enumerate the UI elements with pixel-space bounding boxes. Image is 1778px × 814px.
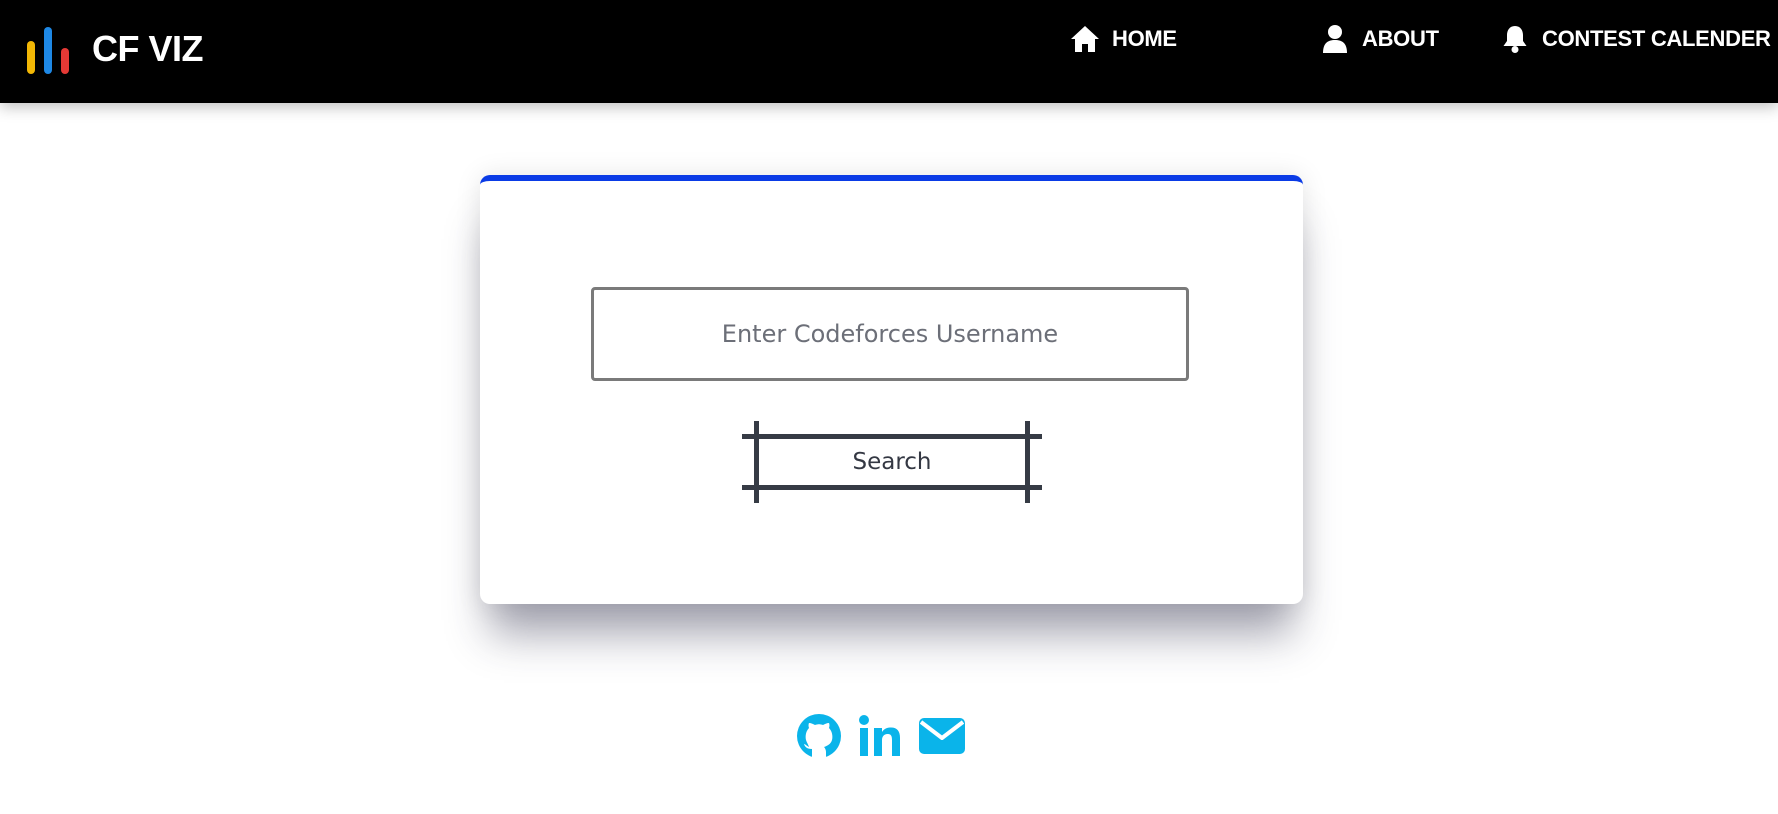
- user-icon: [1323, 25, 1347, 53]
- search-button[interactable]: Search: [742, 421, 1042, 503]
- button-border-bottom: [742, 485, 1042, 490]
- search-button-label: Search: [852, 449, 932, 475]
- username-input[interactable]: [591, 287, 1189, 381]
- navbar: CF VIZ HOME ABOUT CONTEST CALENDER: [0, 0, 1778, 103]
- nav-item-about[interactable]: ABOUT: [1320, 20, 1439, 58]
- brand[interactable]: CF VIZ: [24, 24, 204, 74]
- nav-item-label: ABOUT: [1362, 26, 1439, 51]
- nav-item-label: CONTEST CALENDER: [1542, 26, 1771, 51]
- bar-chart-icon: [27, 27, 69, 74]
- nav-item-contest-calender[interactable]: CONTEST CALENDER: [1500, 20, 1771, 58]
- mail-icon[interactable]: [918, 716, 966, 756]
- nav-item-label: HOME: [1112, 26, 1177, 51]
- brand-name: CF VIZ: [92, 28, 204, 69]
- search-card: Search: [480, 175, 1303, 604]
- button-border-top: [742, 434, 1042, 439]
- nav-item-home[interactable]: HOME: [1070, 20, 1177, 58]
- home-icon: [1071, 26, 1099, 52]
- bell-icon: [1503, 26, 1527, 53]
- github-icon[interactable]: [796, 713, 842, 759]
- social-links: [796, 712, 966, 760]
- linkedin-icon[interactable]: [858, 714, 902, 758]
